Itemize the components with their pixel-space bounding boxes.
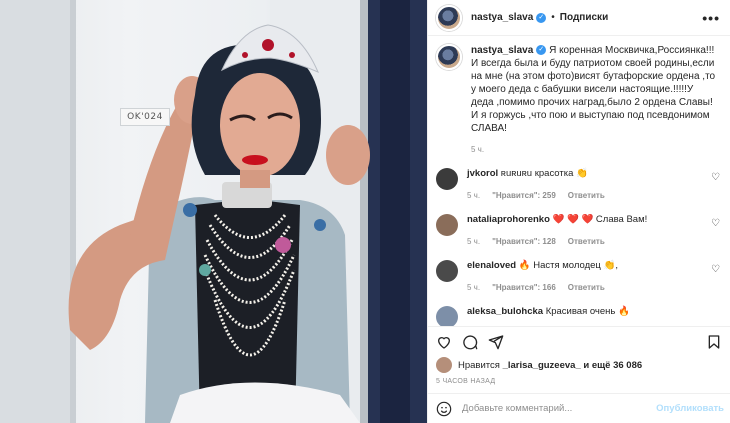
commenter-avatar[interactable] (436, 260, 458, 282)
caption-text-block: nastya_slava ✓ Я коренная Москвичка,Росси… (471, 44, 716, 135)
comment-like-heart-icon[interactable]: ♡ (711, 218, 720, 229)
comments-scroll-area[interactable]: nastya_slava ✓ Я коренная Москвичка,Росси… (428, 36, 730, 326)
emoji-icon[interactable] (436, 401, 452, 417)
commenter-username[interactable]: elenaloved (467, 260, 516, 271)
commenter-username[interactable]: jvkorol (467, 168, 498, 179)
verified-icon: ✓ (536, 12, 547, 23)
likes-prefix: Нравится (458, 359, 500, 371)
author-avatar[interactable] (436, 4, 462, 31)
liker-avatar[interactable] (436, 357, 452, 373)
comment-icon[interactable] (462, 334, 478, 350)
share-icon[interactable] (488, 334, 504, 350)
post-sidebar: nastya_slava ✓ • Подписки ••• nastya_sla… (427, 0, 730, 423)
commenter-avatar[interactable] (436, 214, 458, 236)
commenter-avatar[interactable] (436, 168, 458, 190)
caption-time: 5 ч. (471, 145, 485, 154)
post-actions-bar (428, 326, 730, 356)
author-username[interactable]: nastya_slava (471, 12, 533, 23)
comment-likes-count[interactable]: "Нравится": 128 (492, 237, 556, 246)
reply-button[interactable]: Ответить (568, 237, 605, 246)
photo-paper-tag: OK'024 (120, 108, 170, 126)
commenter-username[interactable]: aleksa_bulohcka (467, 306, 543, 317)
likes-count[interactable]: и ещё 36 086 (583, 360, 642, 371)
following-button[interactable]: Подписки (560, 12, 608, 23)
bookmark-icon[interactable] (706, 334, 722, 350)
verified-icon: ✓ (536, 45, 547, 56)
add-comment-bar: Опубликовать (428, 393, 730, 423)
photo-illustration (0, 0, 427, 423)
comment-like-heart-icon[interactable]: ♡ (711, 172, 720, 183)
comment-item: elenaloved 🔥 Настя молодец 👏, 5 ч. "Нрави… (436, 260, 720, 292)
separator-dot: • (551, 12, 555, 23)
comment-item: nataliaprohorenko ❤️ ❤️ ❤️ Слава Вам! 5 … (436, 214, 720, 246)
comment-item: aleksa_bulohcka Красивая очень 🔥 (436, 306, 720, 326)
comment-input[interactable] (462, 403, 657, 414)
liker-username[interactable]: _larisa_guzeeva_ (503, 360, 581, 371)
more-options-icon[interactable]: ••• (702, 10, 720, 26)
comment-likes-count[interactable]: "Нравится": 259 (492, 191, 556, 200)
comment-like-heart-icon[interactable]: ♡ (711, 264, 720, 275)
heart-icon[interactable] (436, 334, 452, 350)
post-caption: nastya_slava ✓ Я коренная Москвичка,Росси… (436, 44, 720, 135)
comment-time: 5 ч. (467, 283, 481, 292)
caption-avatar[interactable] (436, 44, 462, 70)
comment-likes-count[interactable]: "Нравится": 166 (492, 283, 556, 292)
comment-item: jvkorol ʀuʀuʀu красотка 👏 5 ч. "Нравится"… (436, 168, 720, 200)
post-photo[interactable]: OK'024 (0, 0, 427, 423)
comment-text: 🔥 Настя молодец 👏, (518, 260, 618, 271)
caption-username[interactable]: nastya_slava (471, 45, 533, 56)
comment-time: 5 ч. (467, 191, 481, 200)
caption-body: Я коренная Москвичка,Россиянка!!! И всег… (471, 45, 716, 134)
comment-text: Красивая очень 🔥 (545, 306, 630, 317)
instagram-post: OK'024 nastya_slava ✓ • Подписки ••• nas… (0, 0, 730, 423)
comment-text: ʀuʀuʀu красотка 👏 (500, 168, 588, 179)
likes-summary: Нравится _larisa_guzeeva_ и ещё 36 086 (428, 356, 730, 374)
reply-button[interactable]: Ответить (568, 191, 605, 200)
commenter-avatar[interactable] (436, 306, 458, 326)
commenter-username[interactable]: nataliaprohorenko (467, 214, 550, 225)
post-header: nastya_slava ✓ • Подписки ••• (428, 0, 730, 36)
publish-button[interactable]: Опубликовать (656, 403, 724, 414)
post-timestamp[interactable]: 5 ЧАСОВ НАЗАД (428, 374, 730, 393)
comment-time: 5 ч. (467, 237, 481, 246)
comment-text: ❤️ ❤️ ❤️ Слава Вам! (552, 214, 648, 225)
reply-button[interactable]: Ответить (568, 283, 605, 292)
